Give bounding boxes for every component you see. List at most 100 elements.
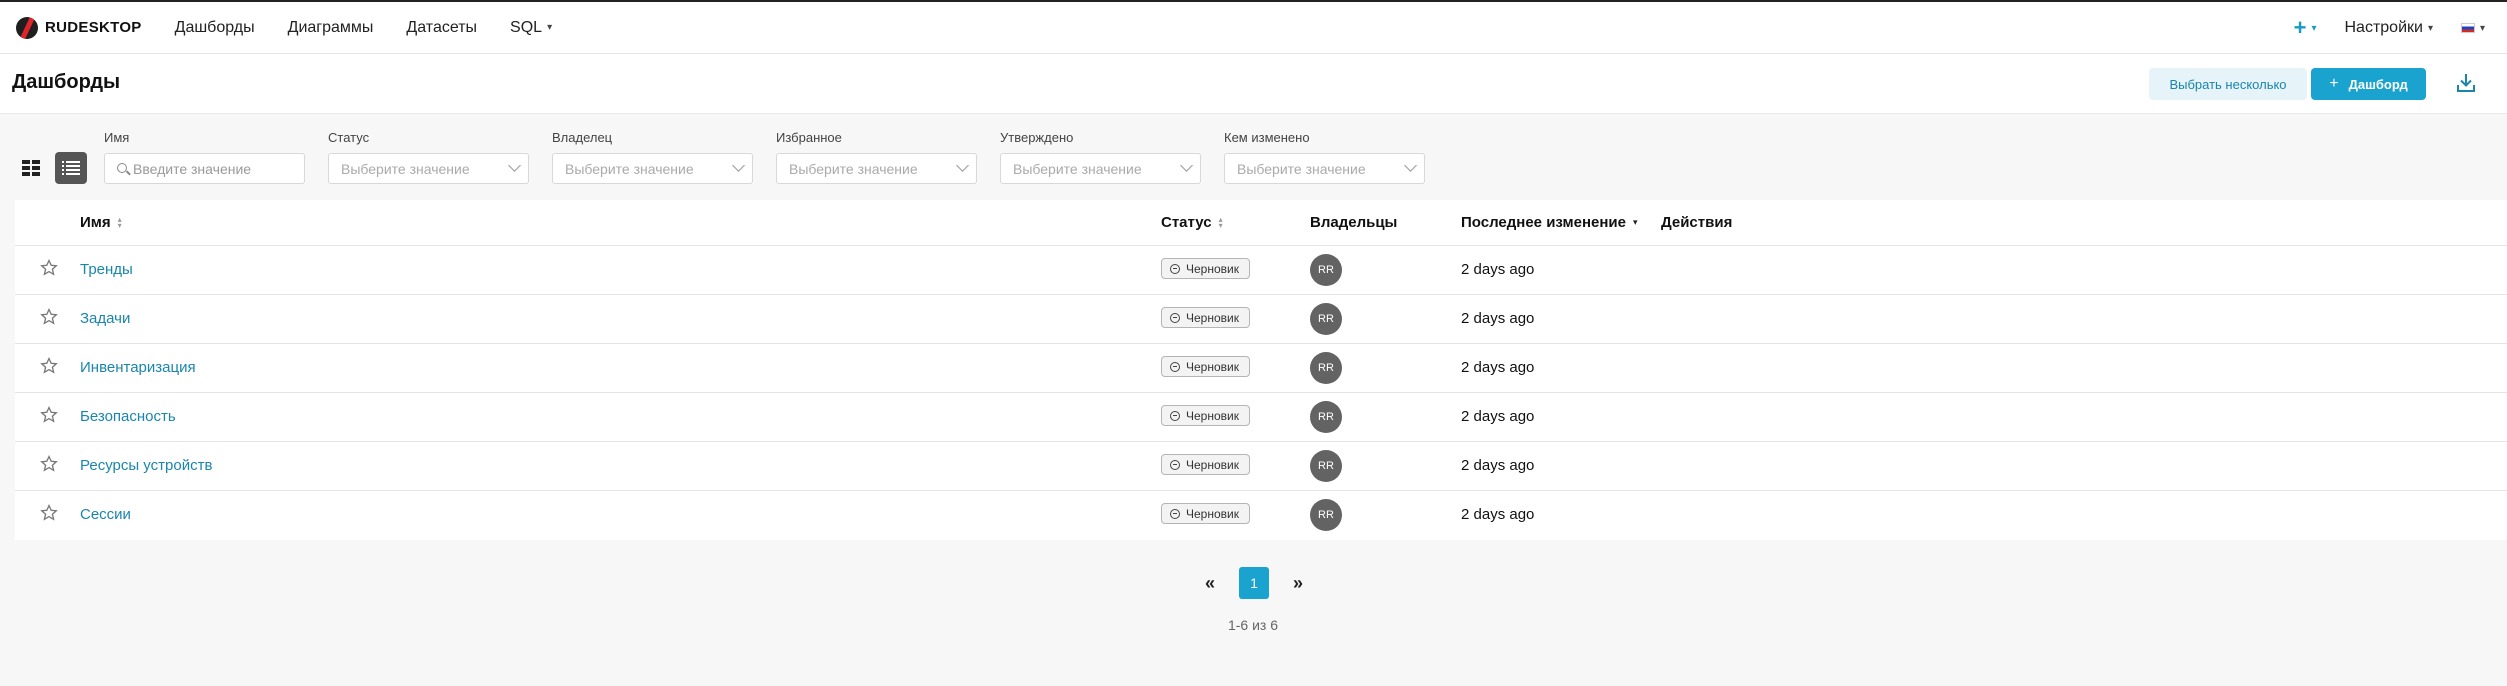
filter-name: Имя Введите значение xyxy=(104,130,305,184)
owner-avatar[interactable]: RR xyxy=(1310,499,1342,531)
favorite-select[interactable]: Выберите значение xyxy=(776,153,977,184)
add-new-menu[interactable]: + ▾ xyxy=(2294,15,2317,41)
filter-favorite: Избранное Выберите значение xyxy=(776,130,977,184)
filter-modified-by-label: Кем изменено xyxy=(1224,130,1310,145)
owner-avatar[interactable]: RR xyxy=(1310,352,1342,384)
next-page-button[interactable]: » xyxy=(1288,573,1308,594)
certified-select[interactable]: Выберите значение xyxy=(1000,153,1201,184)
table-row: Сессии Черновик RR 2 days ago xyxy=(15,490,2507,539)
owner-avatar[interactable]: RR xyxy=(1310,450,1342,482)
sort-icon: ▴ ▾ xyxy=(117,214,122,230)
language-selector[interactable]: ▾ xyxy=(2460,22,2485,34)
status-badge: Черновик xyxy=(1161,258,1250,279)
table-row: Тренды Черновик RR 2 days ago xyxy=(15,245,2507,294)
filter-favorite-label: Избранное xyxy=(776,130,842,145)
name-search-input[interactable]: Введите значение xyxy=(104,153,305,184)
favorite-star-icon[interactable] xyxy=(39,405,59,425)
status-badge: Черновик xyxy=(1161,356,1250,377)
status-select[interactable]: Выберите значение xyxy=(328,153,529,184)
dashboard-link[interactable]: Тренды xyxy=(80,261,133,278)
column-header-name[interactable]: Имя ▴ ▾ xyxy=(80,214,122,231)
nav-item-charts[interactable]: Диаграммы xyxy=(288,19,374,37)
column-header-last-modified[interactable]: Последнее изменение ▾ xyxy=(1461,214,1638,231)
import-download-icon[interactable] xyxy=(2453,70,2479,96)
page-header: Дашборды Выбрать несколько + Дашборд xyxy=(0,54,2507,114)
nav-item-datasets[interactable]: Датасеты xyxy=(406,19,477,37)
name-search-placeholder: Введите значение xyxy=(133,160,252,177)
filter-certified-label: Утверждено xyxy=(1000,130,1074,145)
draft-status-icon xyxy=(1170,410,1180,421)
sort-descending-icon: ▾ xyxy=(1632,217,1638,227)
filter-owner-label: Владелец xyxy=(552,130,613,145)
top-navbar: RUDESKTOP Дашборды Диаграммы Датасеты SQ… xyxy=(0,0,2507,54)
last-modified-text: 2 days ago xyxy=(1461,457,1535,474)
favorite-star-icon[interactable] xyxy=(39,258,59,278)
russian-flag-icon xyxy=(2460,23,2475,33)
chevron-down-icon: ▾ xyxy=(2311,22,2317,34)
last-modified-text: 2 days ago xyxy=(1461,261,1535,278)
favorite-star-icon[interactable] xyxy=(39,454,59,474)
last-modified-text: 2 days ago xyxy=(1461,408,1535,425)
prev-page-button[interactable]: « xyxy=(1200,573,1220,594)
grid-icon xyxy=(22,160,40,176)
dashboard-link[interactable]: Безопасность xyxy=(80,408,176,425)
select-multiple-button[interactable]: Выбрать несколько xyxy=(2149,68,2307,100)
draft-status-icon xyxy=(1170,508,1180,519)
status-badge: Черновик xyxy=(1161,307,1250,328)
owner-avatar[interactable]: RR xyxy=(1310,303,1342,335)
column-header-status[interactable]: Статус ▴ ▾ xyxy=(1161,214,1223,231)
nav-item-dashboards[interactable]: Дашборды xyxy=(175,19,255,37)
table-row: Ресурсы устройств Черновик RR 2 days ago xyxy=(15,441,2507,490)
favorite-star-icon[interactable] xyxy=(39,307,59,327)
owner-avatar[interactable]: RR xyxy=(1310,254,1342,286)
filter-status: Статус Выберите значение xyxy=(328,130,529,184)
chevron-down-icon: ▾ xyxy=(2427,22,2433,34)
table-row: Задачи Черновик RR 2 days ago xyxy=(15,294,2507,343)
dashboard-link[interactable]: Ресурсы устройств xyxy=(80,457,212,474)
dashboard-link[interactable]: Инвентаризация xyxy=(80,359,196,376)
pagination-summary: 1-6 из 6 xyxy=(1227,617,1279,633)
favorite-star-icon[interactable] xyxy=(39,356,59,376)
card-view-toggle[interactable] xyxy=(15,152,47,184)
status-badge: Черновик xyxy=(1161,405,1250,426)
new-dashboard-button[interactable]: + Дашборд xyxy=(2311,68,2426,100)
favorite-star-icon[interactable] xyxy=(39,503,59,523)
last-modified-text: 2 days ago xyxy=(1461,506,1535,523)
column-header-status-label: Статус xyxy=(1161,214,1212,231)
status-badge-label: Черновик xyxy=(1186,457,1239,472)
nav-item-sql-label: SQL xyxy=(510,18,543,36)
brand-logo-link[interactable]: RUDESKTOP xyxy=(16,16,142,39)
column-header-owners-label: Владельцы xyxy=(1310,214,1398,231)
chevron-down-icon: ▾ xyxy=(2479,22,2485,34)
page-number-button[interactable]: 1 xyxy=(1239,567,1269,599)
settings-menu[interactable]: Настройки ▾ xyxy=(2344,19,2432,37)
last-modified-text: 2 days ago xyxy=(1461,359,1535,376)
plus-icon: + xyxy=(2329,75,2339,92)
filter-name-label: Имя xyxy=(104,130,130,145)
column-header-owners: Владельцы xyxy=(1310,214,1397,231)
table-row: Инвентаризация Черновик RR 2 days ago xyxy=(15,343,2507,392)
status-select-placeholder: Выберите значение xyxy=(341,160,470,177)
settings-label: Настройки xyxy=(2344,19,2423,36)
owner-avatar[interactable]: RR xyxy=(1310,401,1342,433)
chevron-down-icon: ▾ xyxy=(547,22,553,33)
pagination: « 1 » xyxy=(1200,567,1308,599)
plus-icon: + xyxy=(2293,15,2307,40)
dashboard-link[interactable]: Задачи xyxy=(80,310,130,327)
brand-name: RUDESKTOP xyxy=(45,19,142,36)
chevron-down-icon xyxy=(508,159,521,172)
dashboards-table: Имя ▴ ▾ Статус ▴ ▾ Владельцы Последнее изм… xyxy=(15,200,2507,540)
chevron-down-icon xyxy=(1180,159,1193,172)
draft-status-icon xyxy=(1170,263,1180,274)
status-badge-label: Черновик xyxy=(1186,261,1239,276)
status-badge: Черновик xyxy=(1161,503,1250,524)
status-badge-label: Черновик xyxy=(1186,408,1239,423)
page-title: Дашборды xyxy=(12,71,121,93)
draft-status-icon xyxy=(1170,459,1180,470)
owner-select[interactable]: Выберите значение xyxy=(552,153,753,184)
dashboard-link[interactable]: Сессии xyxy=(80,506,131,523)
modified-by-select[interactable]: Выберите значение xyxy=(1224,153,1425,184)
list-view-toggle[interactable] xyxy=(55,152,87,184)
nav-item-sql[interactable]: SQL ▾ xyxy=(510,19,552,37)
owner-select-placeholder: Выберите значение xyxy=(565,160,694,177)
